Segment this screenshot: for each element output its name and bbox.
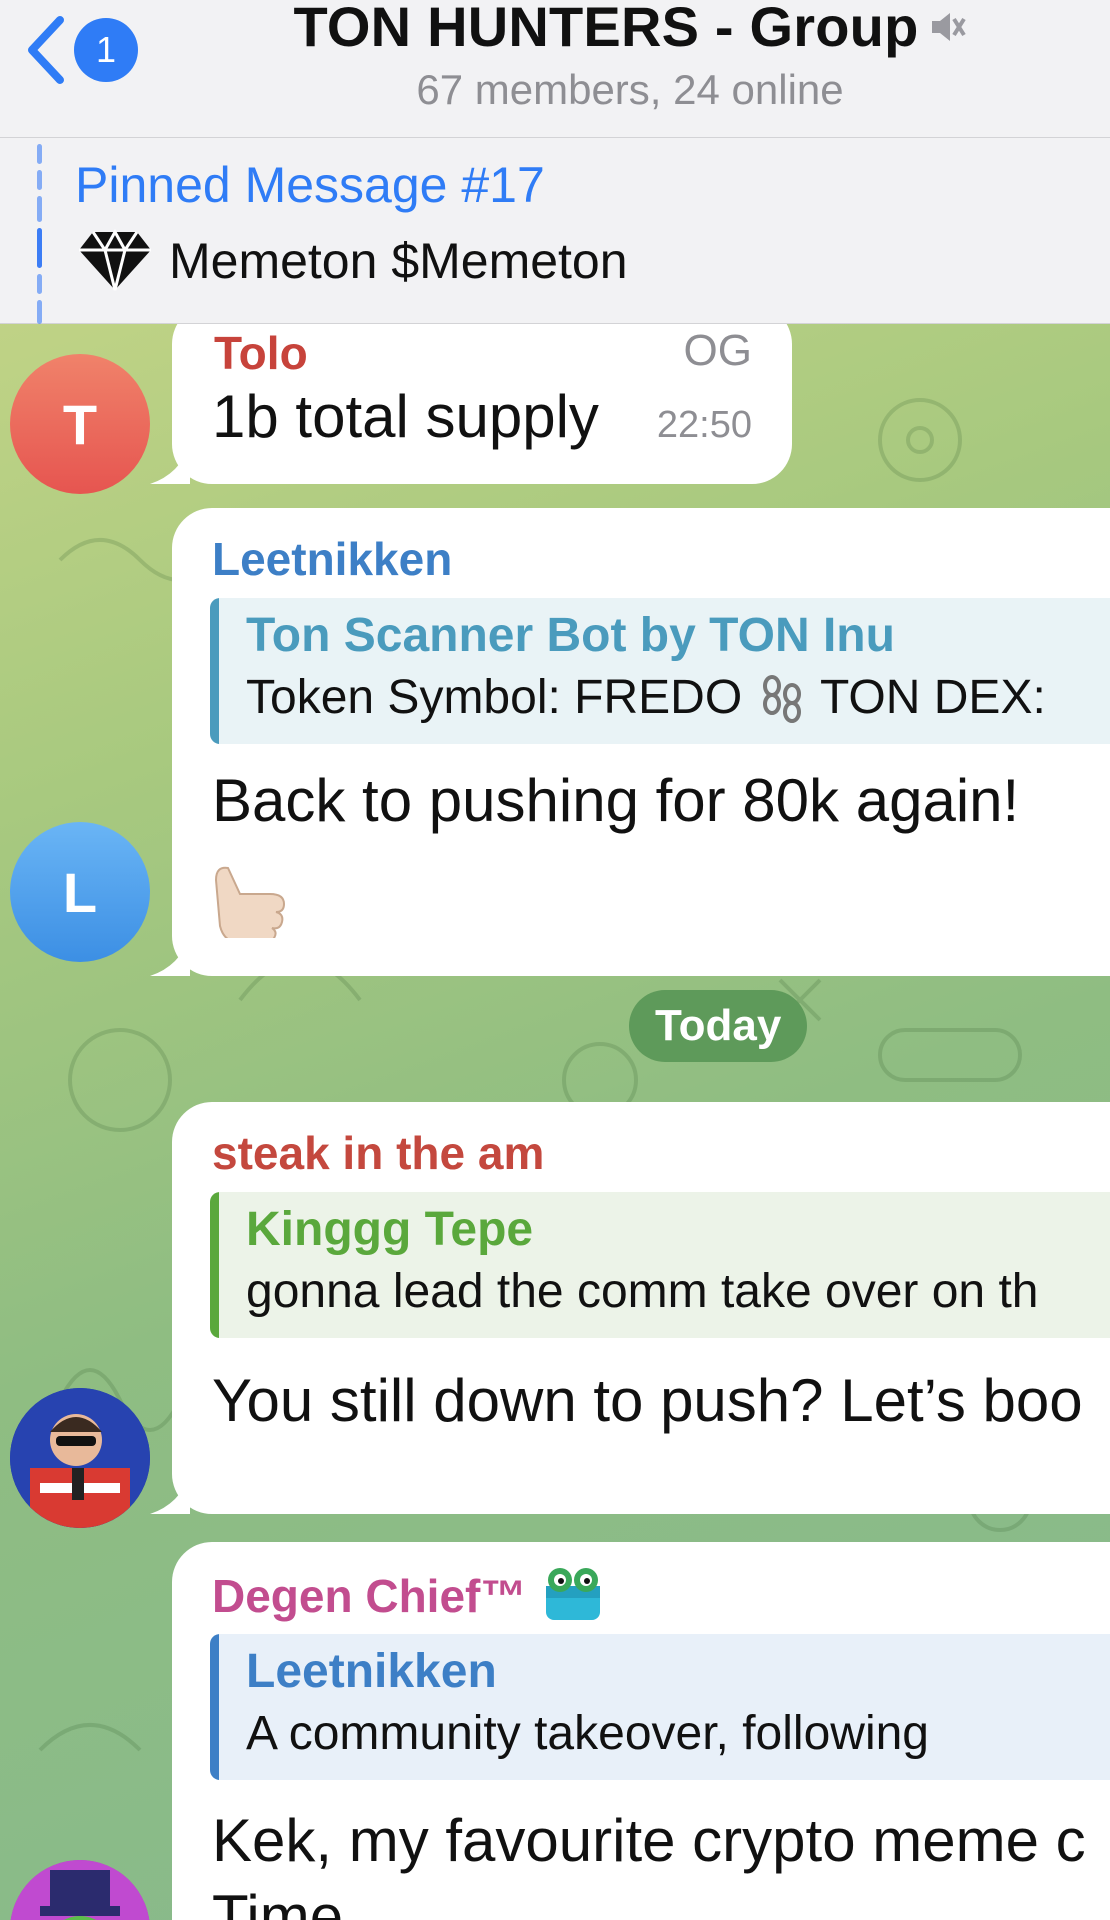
message-bubble[interactable]: Tolo OG 1b total supply 22:50 xyxy=(150,324,792,484)
chat-header: 1 TON HUNTERS - Group 67 members, 24 onl… xyxy=(0,0,1110,138)
sender-name: Leetnikken xyxy=(212,533,453,585)
reply-quote[interactable]: Kinggg Tepe gonna lead the comm take ove… xyxy=(210,1192,1110,1338)
quote-sender: Leetnikken xyxy=(246,1645,497,1698)
message-text-line2: Time xyxy=(212,1883,344,1920)
avatar[interactable] xyxy=(10,1388,150,1528)
avatar-photo xyxy=(10,1860,150,1920)
member-badge: OG xyxy=(683,326,752,375)
pinned-text: Memeton $Memeton xyxy=(169,233,628,289)
message-time: 22:50 xyxy=(656,404,752,446)
sender-name: Tolo xyxy=(214,327,308,379)
message-text: 1b total supply xyxy=(212,383,599,450)
diamond-icon xyxy=(79,228,151,291)
quote-text: A community takeover, following xyxy=(246,1707,929,1760)
bubble-tail xyxy=(150,444,190,484)
quote-bar xyxy=(210,598,219,744)
pinned-message-bar[interactable]: Pinned Message #17 Memeton $Memeton xyxy=(0,138,1110,324)
frog-emoji-icon xyxy=(546,1568,601,1620)
chain-icon xyxy=(762,675,801,724)
message-list[interactable]: Tolo OG 1b total supply 22:50 T Leetnikk… xyxy=(0,324,1110,1920)
avatar[interactable]: T xyxy=(10,354,150,494)
message-bubble[interactable]: Leetnikken Ton Scanner Bot by TON Inu To… xyxy=(150,508,1110,976)
chat-title-wrap[interactable]: TON HUNTERS - Group xyxy=(0,0,1110,59)
quote-sender: Ton Scanner Bot by TON Inu xyxy=(246,609,895,662)
sender-name-row: Degen Chief™ xyxy=(212,1564,606,1628)
quote-text-tail: TON DEX: xyxy=(819,671,1046,724)
avatar-letter: T xyxy=(62,392,98,456)
avatar[interactable]: L xyxy=(10,822,150,962)
chat-title: TON HUNTERS - Group xyxy=(293,0,919,58)
reply-quote[interactable]: Ton Scanner Bot by TON Inu Token Symbol:… xyxy=(210,598,1110,744)
muted-icon xyxy=(932,12,967,41)
message-bubble[interactable]: steak in the am Kinggg Tepe gonna lead t… xyxy=(150,1102,1110,1514)
quote-bar xyxy=(210,1634,219,1780)
quote-text: Token Symbol: FREDO xyxy=(246,671,743,724)
bubble-tail xyxy=(150,936,190,976)
quote-text: gonna lead the comm take over on th xyxy=(246,1265,1039,1318)
message-text: Back to pushing for 80k again! xyxy=(212,767,1020,834)
bubble-tail xyxy=(150,1474,190,1514)
message-text: You still down to push? Let’s boo xyxy=(212,1367,1083,1434)
sender-name: steak in the am xyxy=(212,1127,545,1179)
sender-name: Degen Chief™ xyxy=(212,1570,527,1622)
avatar-photo xyxy=(10,1388,150,1528)
reply-quote[interactable]: Leetnikken A community takeover, followi… xyxy=(210,1634,1110,1780)
message-bubble[interactable]: Degen Chief™ Leetnikken A community take… xyxy=(172,1542,1110,1920)
quote-bar xyxy=(210,1192,219,1338)
quote-text-row: Token Symbol: FREDO TON DEX: xyxy=(246,670,1046,726)
date-separator: Today xyxy=(629,990,808,1062)
chat-subtitle: 67 members, 24 online xyxy=(416,66,844,113)
call-me-hand-icon xyxy=(214,866,286,938)
pinned-indicator xyxy=(37,144,42,324)
message-text: Kek, my favourite crypto meme c xyxy=(212,1807,1086,1874)
avatar[interactable] xyxy=(10,1860,150,1920)
quote-sender: Kinggg Tepe xyxy=(246,1203,534,1256)
pinned-title: Pinned Message #17 xyxy=(75,157,545,213)
pinned-content: Memeton $Memeton xyxy=(75,228,628,294)
avatar-letter: L xyxy=(62,860,98,924)
